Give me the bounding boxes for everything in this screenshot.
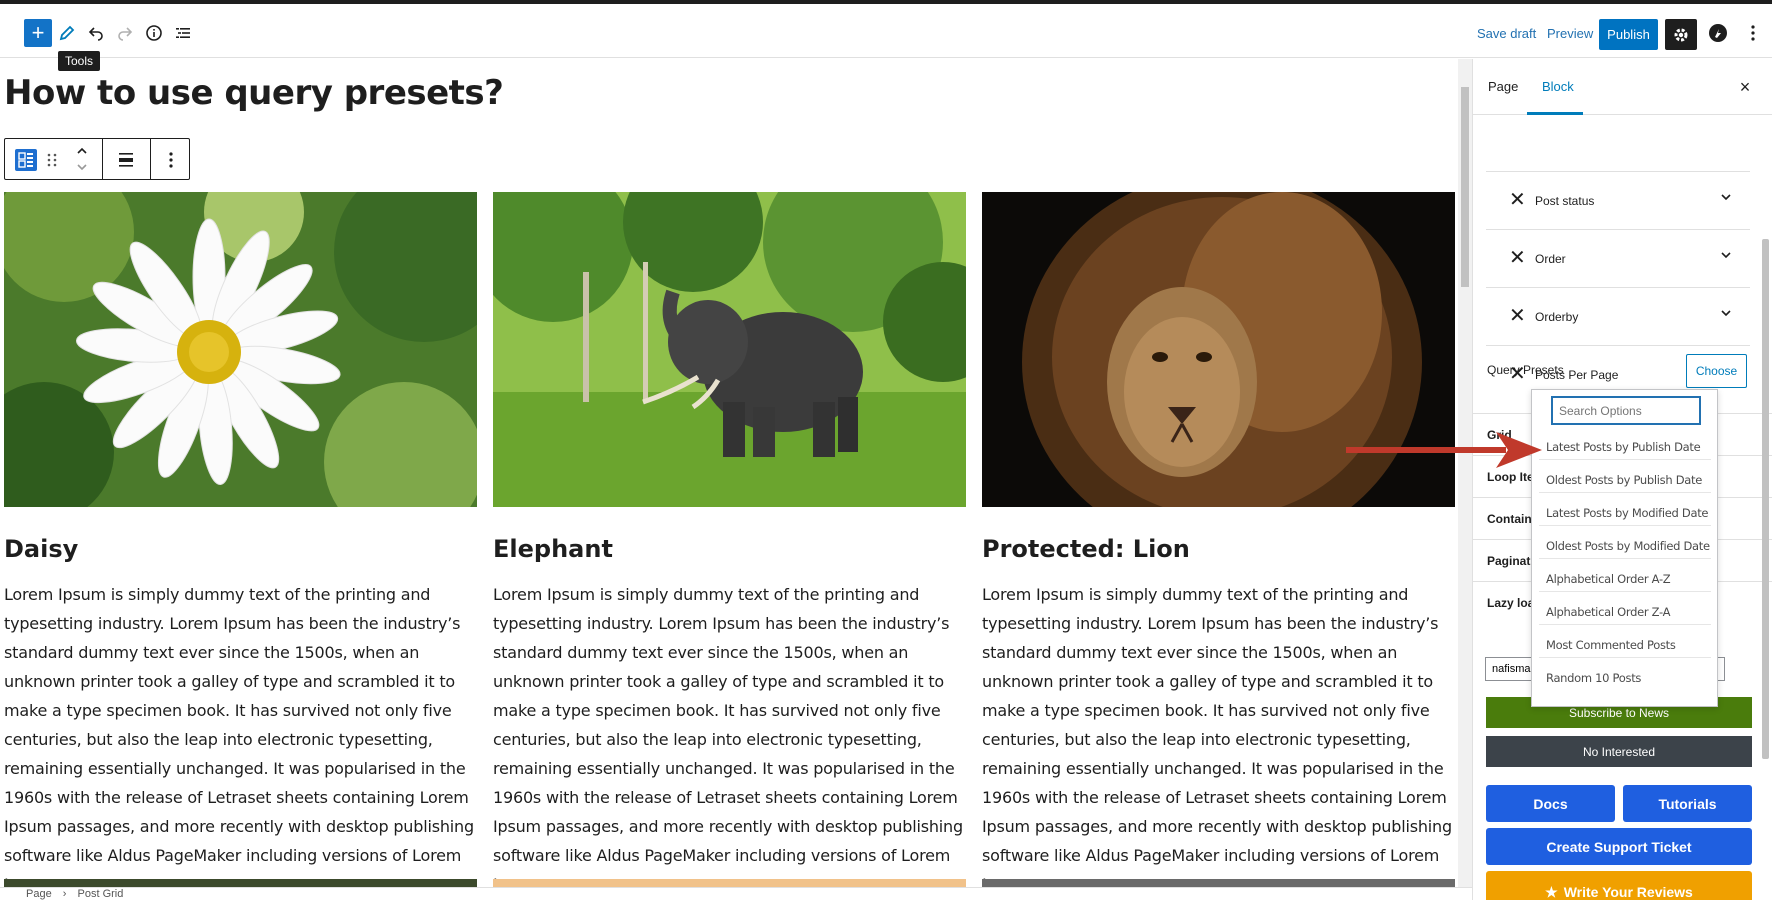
query-presets-dropdown: Latest Posts by Publish Date Oldest Post…: [1531, 389, 1718, 707]
tools-button[interactable]: [52, 18, 82, 48]
post-thumbnail-next[interactable]: [493, 879, 966, 887]
more-vertical-icon: [1751, 25, 1755, 41]
post-card: Daisy Lorem Ipsum is simply dummy text o…: [4, 192, 477, 887]
filter-label: Order: [1535, 252, 1566, 266]
dropdown-option[interactable]: Random 10 Posts: [1539, 662, 1711, 691]
block-options-icon[interactable]: [168, 151, 174, 169]
move-down-icon[interactable]: [75, 161, 89, 173]
info-icon: [146, 25, 162, 41]
options-menu-button[interactable]: [1738, 18, 1768, 48]
remove-filter-icon[interactable]: ✕: [1509, 248, 1526, 268]
post-thumbnail-elephant[interactable]: [493, 192, 966, 507]
publish-button[interactable]: Publish: [1599, 19, 1658, 50]
search-options-input[interactable]: [1551, 396, 1701, 425]
dropdown-option[interactable]: Oldest Posts by Publish Date: [1539, 464, 1711, 493]
docs-button[interactable]: Docs: [1486, 785, 1615, 822]
post-title[interactable]: Elephant: [493, 535, 966, 563]
tutorials-button[interactable]: Tutorials: [1623, 785, 1752, 822]
filter-order[interactable]: ✕ Order: [1486, 230, 1750, 288]
dropdown-option[interactable]: Latest Posts by Modified Date: [1539, 497, 1711, 526]
query-presets-label: Query Presets: [1487, 363, 1564, 377]
dropdown-option[interactable]: Most Commented Posts: [1539, 629, 1711, 658]
annotation-arrow-icon: [1346, 432, 1542, 468]
choose-preset-button[interactable]: Choose: [1686, 354, 1747, 388]
tools-tooltip: Tools: [58, 51, 101, 71]
canvas-scroll-thumb[interactable]: [1461, 87, 1469, 287]
filter-label: Orderby: [1535, 310, 1579, 324]
star-icon: ★: [1545, 884, 1558, 900]
plugin-button[interactable]: [1703, 18, 1733, 48]
post-thumbnail-next[interactable]: [4, 879, 477, 887]
sidebar-scroll-thumb[interactable]: [1762, 239, 1769, 759]
post-excerpt: Lorem Ipsum is simply dummy text of the …: [4, 585, 474, 887]
filter-list-top: [1486, 115, 1750, 172]
breadcrumb-block[interactable]: Post Grid: [78, 888, 124, 900]
post-thumbnail-daisy[interactable]: [4, 192, 477, 507]
post-card: Elephant Lorem Ipsum is simply dummy tex…: [493, 192, 966, 887]
block-toolbar: [4, 138, 190, 180]
write-review-button[interactable]: ★ Write Your Reviews: [1486, 871, 1752, 900]
move-up-icon[interactable]: [75, 145, 89, 157]
align-icon[interactable]: [118, 152, 134, 168]
breadcrumb: Page › Post Grid: [0, 887, 1472, 900]
pencil-icon: [59, 25, 75, 41]
filter-orderby[interactable]: ✕ Orderby: [1486, 288, 1750, 346]
chevron-down-icon: [1721, 310, 1731, 317]
breadcrumb-separator: ›: [62, 888, 67, 900]
post-card: Protected: Lion Lorem Ipsum is simply du…: [982, 192, 1455, 887]
close-sidebar-button[interactable]: ×: [1731, 73, 1759, 101]
settings-button[interactable]: [1665, 19, 1697, 50]
write-review-label: Write Your Reviews: [1563, 884, 1693, 900]
sidebar-tabs: Page Block ×: [1473, 59, 1772, 115]
post-thumbnail-next[interactable]: [982, 879, 1455, 887]
tab-block[interactable]: Block: [1542, 79, 1574, 94]
plus-icon: +: [31, 20, 45, 45]
filter-post-status[interactable]: ✕ Post status: [1486, 172, 1750, 230]
remove-filter-icon[interactable]: ✕: [1509, 306, 1526, 326]
sidebar-scrollbar[interactable]: [1758, 59, 1772, 900]
panel-label: Lazy loa: [1487, 596, 1535, 610]
breadcrumb-page[interactable]: Page: [26, 888, 52, 900]
undo-icon: [88, 27, 103, 41]
filter-label: Post status: [1535, 194, 1595, 208]
editor-canvas: How to use query presets? Daisy Lorem Ip…: [0, 59, 1458, 887]
drag-handle-icon[interactable]: [47, 152, 57, 168]
post-grid-block-icon[interactable]: [15, 149, 37, 171]
post-title[interactable]: Daisy: [4, 535, 477, 563]
dropdown-option[interactable]: Latest Posts by Publish Date: [1539, 431, 1711, 460]
add-block-button[interactable]: +: [24, 19, 52, 47]
panel-label: Loop Ite: [1487, 470, 1534, 484]
save-draft-button[interactable]: Save draft: [1477, 26, 1536, 41]
dropdown-option[interactable]: Oldest Posts by Modified Date: [1539, 530, 1711, 559]
editor-toolbar: + Save draft Preview Publish: [0, 4, 1772, 58]
post-title[interactable]: Protected: Lion: [982, 535, 1455, 563]
redo-button[interactable]: [110, 18, 140, 48]
post-excerpt: Lorem Ipsum is simply dummy text of the …: [493, 585, 963, 887]
no-interested-button[interactable]: No Interested: [1486, 736, 1752, 767]
page-title[interactable]: How to use query presets?: [4, 73, 504, 113]
plugin-logo-icon: [1709, 24, 1727, 42]
details-button[interactable]: [139, 18, 169, 48]
tab-page[interactable]: Page: [1488, 79, 1518, 94]
chevron-down-icon: [1721, 194, 1731, 201]
close-icon: ×: [1739, 76, 1751, 97]
preview-button[interactable]: Preview: [1547, 26, 1593, 41]
gear-icon: [1674, 28, 1688, 41]
redo-icon: [118, 27, 133, 41]
panel-label: Paginati: [1487, 554, 1534, 568]
undo-button[interactable]: [81, 18, 111, 48]
dropdown-option[interactable]: Alphabetical Order A-Z: [1539, 563, 1711, 592]
list-view-button[interactable]: [168, 18, 198, 48]
remove-filter-icon[interactable]: ✕: [1509, 190, 1526, 210]
canvas-scrollbar[interactable]: [1458, 59, 1472, 887]
create-support-ticket-button[interactable]: Create Support Ticket: [1486, 828, 1752, 865]
list-view-icon: [176, 28, 190, 38]
dropdown-option[interactable]: Alphabetical Order Z-A: [1539, 596, 1711, 625]
chevron-down-icon: [1721, 252, 1731, 259]
post-excerpt: Lorem Ipsum is simply dummy text of the …: [982, 585, 1452, 887]
